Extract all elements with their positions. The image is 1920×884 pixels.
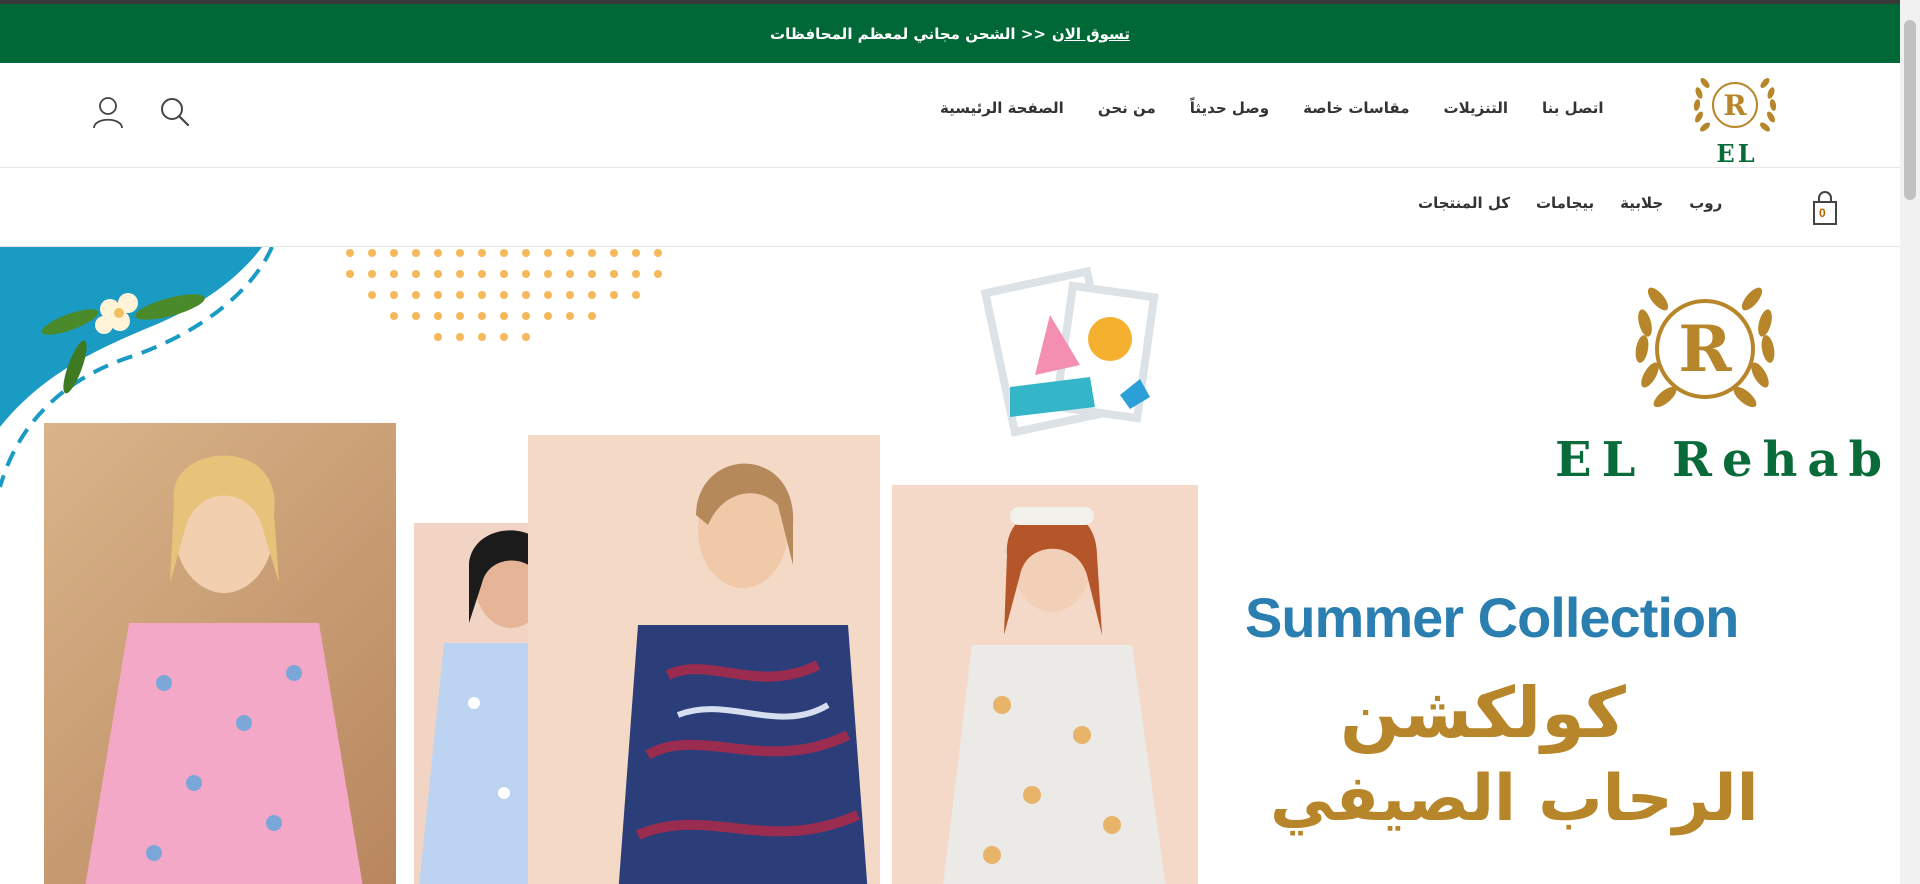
hero-laurel-icon: R (1635, 287, 1775, 408)
logo-letter: R (1723, 89, 1747, 122)
nav-about[interactable]: من نحن (1098, 99, 1156, 117)
nav-contact[interactable]: اتصل بنا (1542, 99, 1604, 117)
shop-now-link[interactable]: تسوق الان (1052, 25, 1130, 43)
site-logo[interactable]: R EL Rehab (1665, 67, 1805, 197)
model-photo-4[interactable] (892, 485, 1198, 884)
nav-special-sizes[interactable]: مقاسات خاصة (1303, 99, 1409, 117)
cart-button[interactable]: 0 (1810, 190, 1840, 226)
category-pajamas[interactable]: بيجامات (1536, 194, 1594, 212)
hero-brand-name: EL Rehab (1555, 432, 1893, 488)
category-nav: كل المنتجات بيجامات جلابية روب (1418, 194, 1722, 212)
account-icon[interactable] (91, 95, 125, 129)
hero-logo-letter: R (1678, 312, 1732, 387)
category-galabeya[interactable]: جلابية (1620, 194, 1663, 212)
model-photo-1[interactable] (44, 423, 396, 884)
category-robe[interactable]: روب (1689, 194, 1722, 212)
scrollbar-thumb[interactable] (1904, 20, 1916, 200)
arabic-headline-line2: الرحاب الصيفي (1270, 762, 1759, 836)
site-header: R EL Rehab الصفحة الرئيسية من نحن وصل حد… (0, 63, 1900, 197)
page: تسوق الان << الشحن مجاني لمعظم المحافظات (0, 0, 1920, 884)
category-bar: كل المنتجات بيجامات جلابية روب 0 (0, 168, 1900, 247)
summer-collection-headline: Summer Collection (1245, 586, 1739, 649)
search-icon[interactable] (158, 95, 192, 129)
laurel-wreath-icon: R (1693, 78, 1777, 132)
nav-sale[interactable]: التنزيلات (1444, 99, 1508, 117)
announcement-text: << الشحن مجاني لمعظم المحافظات (770, 24, 1046, 43)
announcement-bar: تسوق الان << الشحن مجاني لمعظم المحافظات (0, 4, 1900, 63)
arabic-headline-line1: كولكشن (1340, 672, 1626, 754)
nav-new-arrivals[interactable]: وصل حديثاً (1190, 99, 1269, 117)
main-nav: الصفحة الرئيسية من نحن وصل حديثاً مقاسات… (940, 99, 1604, 117)
image-placeholder-icon (980, 266, 1159, 437)
hero-banner[interactable]: R EL Rehab Summer Collection كولكشن الرح… (0, 247, 1900, 884)
model-photo-3[interactable] (528, 435, 880, 884)
nav-home[interactable]: الصفحة الرئيسية (940, 99, 1064, 117)
category-all-products[interactable]: كل المنتجات (1418, 194, 1510, 212)
page-scrollbar[interactable] (1900, 0, 1920, 884)
cart-count: 0 (1819, 206, 1826, 220)
